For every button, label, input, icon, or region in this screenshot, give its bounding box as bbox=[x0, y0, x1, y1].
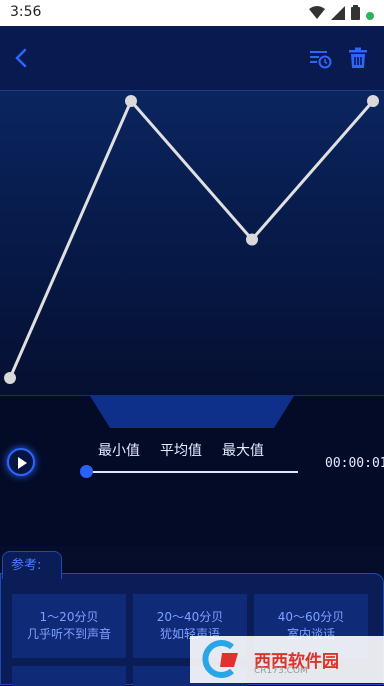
min-label: 最小值 bbox=[98, 443, 140, 459]
reference-card-range: 20～40分贝 bbox=[156, 610, 224, 624]
history-button[interactable] bbox=[306, 44, 334, 72]
play-icon bbox=[18, 457, 27, 469]
chart-svg bbox=[4, 95, 379, 384]
chart-point bbox=[4, 372, 16, 384]
wifi-icon bbox=[309, 5, 325, 24]
reference-card-placeholder bbox=[12, 666, 126, 686]
watermark: 西西软件园 CR173.COM bbox=[190, 636, 384, 683]
battery-icon bbox=[351, 5, 360, 24]
duration-text: 00:00:01 bbox=[325, 456, 384, 471]
trash-icon bbox=[349, 47, 367, 68]
stat-labels: 最小值 平均值 最大值 bbox=[98, 440, 264, 460]
reference-card-range: 1～20分贝 bbox=[39, 610, 99, 624]
progress-slider-thumb[interactable] bbox=[80, 465, 93, 478]
reference-card-range: 40～60分贝 bbox=[277, 610, 345, 624]
signal-icon bbox=[331, 5, 345, 24]
reference-card: 1～20分贝 几乎听不到声音 bbox=[12, 594, 126, 658]
avg-label: 平均值 bbox=[160, 443, 202, 459]
max-label: 最大值 bbox=[222, 443, 264, 459]
decibel-chart bbox=[0, 90, 384, 396]
reference-tab: 参考: bbox=[2, 551, 62, 579]
back-button[interactable] bbox=[8, 44, 36, 72]
chart-point bbox=[367, 95, 379, 107]
dot-icon bbox=[366, 5, 374, 24]
control-panel: 最小值 平均值 最大值 00:00:01 bbox=[0, 395, 384, 546]
chart-point bbox=[125, 95, 137, 107]
progress-slider-track[interactable] bbox=[86, 471, 298, 473]
watermark-sub: CR173.COM bbox=[254, 666, 308, 676]
chart-pointer bbox=[90, 396, 294, 428]
chevron-left-icon bbox=[15, 48, 27, 68]
reference-card-desc: 几乎听不到声音 bbox=[26, 627, 111, 641]
delete-button[interactable] bbox=[344, 44, 372, 72]
chart-point bbox=[246, 233, 258, 246]
play-button[interactable] bbox=[7, 448, 35, 476]
chart-series-line bbox=[8, 98, 375, 379]
status-time: 3:56 bbox=[10, 4, 42, 20]
status-icons bbox=[309, 5, 374, 24]
history-list-icon bbox=[310, 51, 332, 69]
status-bar: 3:56 bbox=[0, 0, 384, 26]
toolbar bbox=[0, 26, 384, 90]
watermark-logo-icon bbox=[202, 640, 238, 678]
